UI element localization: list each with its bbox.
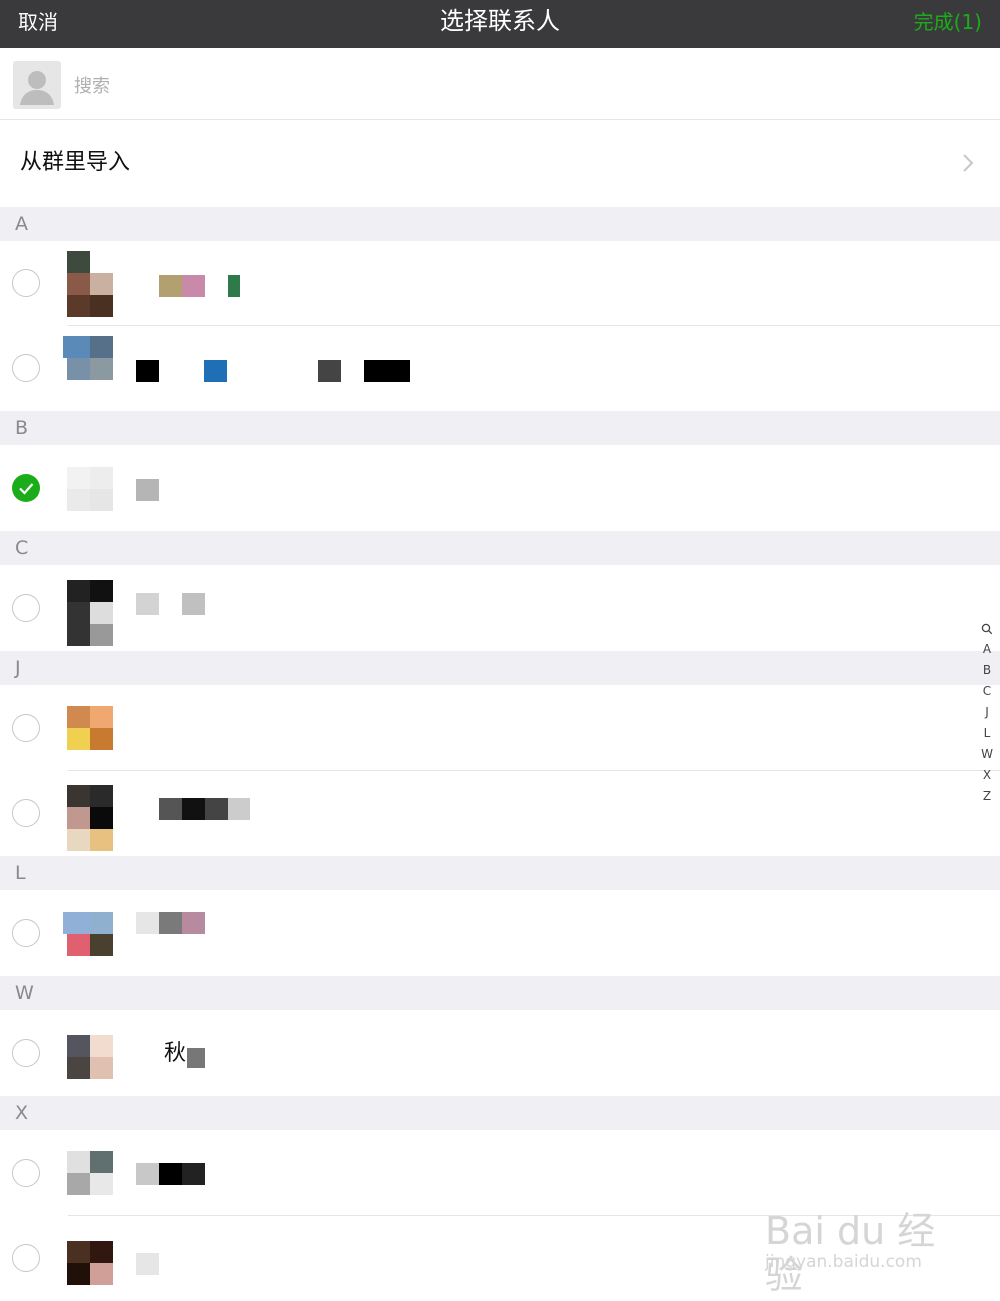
index-letter[interactable]: W	[976, 744, 998, 765]
contact-row[interactable]	[0, 686, 1000, 771]
import-from-group-row[interactable]: 从群里导入	[0, 121, 1000, 206]
section-header-w: W	[0, 976, 1000, 1010]
avatar	[67, 456, 113, 522]
contact-row[interactable]	[0, 446, 1000, 531]
contact-row[interactable]: 秋	[0, 1011, 1000, 1096]
index-letter[interactable]: J	[976, 702, 998, 723]
avatar	[63, 901, 113, 967]
select-radio[interactable]	[12, 1244, 40, 1272]
contact-name-pixelated	[136, 590, 496, 630]
select-radio[interactable]	[12, 1039, 40, 1067]
index-letter[interactable]: A	[976, 639, 998, 660]
done-button[interactable]: 完成(1)	[914, 8, 982, 36]
section-header-a: A	[0, 207, 1000, 241]
index-letter[interactable]: X	[976, 765, 998, 786]
index-search-icon[interactable]	[976, 618, 998, 639]
contact-row[interactable]	[0, 771, 1000, 856]
chevron-right-icon	[958, 153, 978, 173]
alphabet-index-bar[interactable]: A B C J L W X Z	[976, 618, 998, 807]
contact-name-pixelated	[136, 1155, 496, 1195]
select-radio[interactable]	[12, 594, 40, 622]
default-avatar-icon	[13, 61, 61, 109]
section-letter: A	[15, 213, 28, 235]
avatar	[67, 1226, 113, 1292]
section-letter: J	[15, 657, 21, 679]
section-header-j: J	[0, 651, 1000, 685]
index-letter[interactable]: B	[976, 660, 998, 681]
select-radio[interactable]	[12, 714, 40, 742]
select-radio[interactable]	[12, 354, 40, 382]
contact-name-pixelated	[136, 350, 496, 390]
contact-name-pixelated	[136, 912, 496, 955]
avatar	[67, 1141, 113, 1207]
section-header-c: C	[0, 531, 1000, 565]
section-header-l: L	[0, 856, 1000, 890]
section-letter: W	[15, 982, 34, 1004]
search-row	[0, 48, 1000, 120]
avatar	[67, 251, 113, 317]
section-header-x: X	[0, 1096, 1000, 1130]
avatar	[67, 781, 113, 851]
contact-name-pixelated	[136, 1240, 496, 1280]
section-letter: B	[15, 417, 29, 439]
page-title: 选择联系人	[440, 7, 560, 35]
select-radio[interactable]	[12, 1159, 40, 1187]
selected-check-icon[interactable]	[12, 474, 40, 502]
import-from-group-label: 从群里导入	[20, 150, 131, 175]
index-letter[interactable]: Z	[976, 786, 998, 807]
select-radio[interactable]	[12, 919, 40, 947]
section-letter: X	[15, 1102, 29, 1124]
baidu-jingyan-watermark: Bai du 经验 jingyan.baidu.com	[765, 1195, 965, 1297]
section-letter: C	[15, 537, 29, 559]
watermark-url: jingyan.baidu.com	[765, 1252, 922, 1272]
section-letter: L	[15, 862, 26, 884]
contact-name-pixelated	[136, 1035, 496, 1075]
index-letter[interactable]: L	[976, 723, 998, 744]
avatar	[63, 336, 113, 402]
search-input[interactable]	[72, 70, 956, 102]
avatar	[67, 696, 113, 762]
contact-name-pixelated	[136, 470, 496, 510]
contact-row[interactable]	[0, 891, 1000, 976]
index-letter[interactable]: C	[976, 681, 998, 702]
navigation-bar: 取消 选择联系人 完成(1)	[0, 0, 1000, 48]
contact-row[interactable]	[0, 241, 1000, 326]
contact-name-pixelated	[136, 795, 496, 835]
contact-row[interactable]	[0, 326, 1000, 411]
avatar	[67, 576, 113, 646]
section-header-b: B	[0, 411, 1000, 445]
avatar	[67, 1021, 113, 1087]
select-radio[interactable]	[12, 269, 40, 297]
select-radio[interactable]	[12, 799, 40, 827]
contact-name-pixelated	[136, 265, 496, 305]
contact-row[interactable]	[0, 566, 1000, 651]
